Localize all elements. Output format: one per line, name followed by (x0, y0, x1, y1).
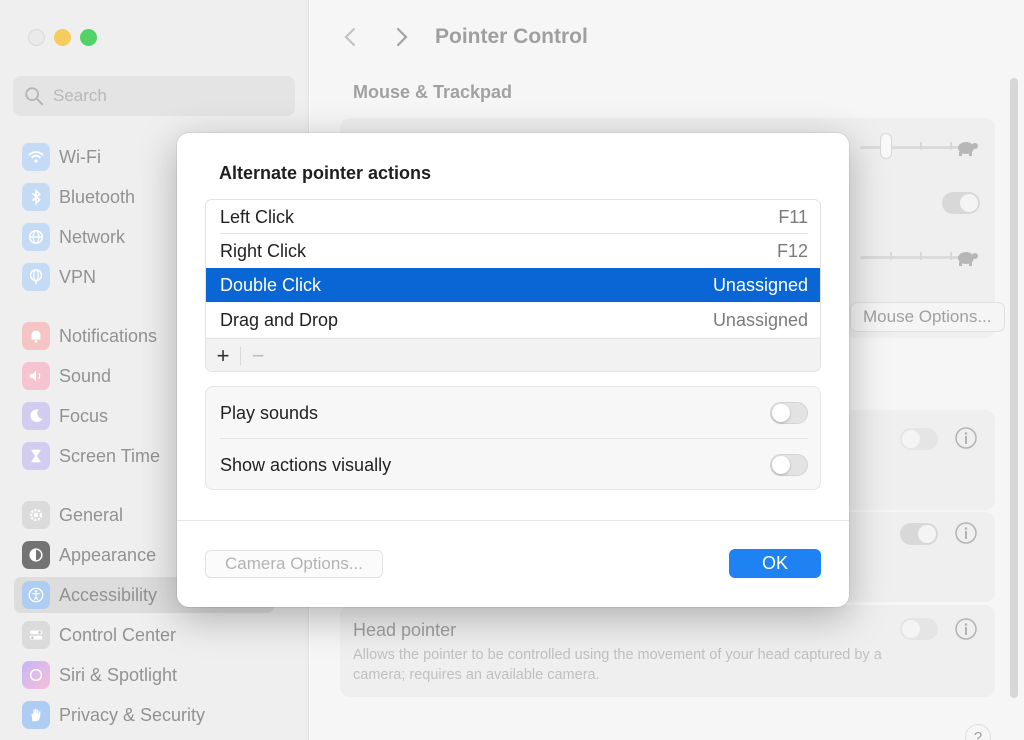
remove-action-button[interactable]: − (241, 339, 275, 371)
action-name: Right Click (220, 240, 307, 261)
action-name: Double Click (220, 274, 322, 295)
play-sounds-row: Play sounds (206, 387, 822, 439)
action-name: Drag and Drop (220, 309, 339, 330)
action-key: Unassigned (712, 309, 808, 330)
system-settings-window: Wi-Fi Bluetooth Network VPN (0, 0, 1024, 740)
table-footer: + − (206, 338, 820, 371)
table-row-double-click[interactable]: Double Click Unassigned (206, 268, 820, 302)
sheet-title: Alternate pointer actions (219, 163, 432, 183)
options-group: Play sounds Show actions visually (205, 386, 821, 490)
play-sounds-toggle[interactable] (770, 402, 808, 424)
show-actions-visually-toggle[interactable] (770, 454, 808, 476)
alternate-pointer-actions-sheet: Alternate pointer actions Left Click F11… (177, 133, 849, 607)
table-row-right-click[interactable]: Right Click F12 (206, 234, 820, 268)
action-key: F11 (778, 206, 808, 227)
ok-button[interactable]: OK (729, 549, 821, 578)
play-sounds-label: Play sounds (220, 402, 319, 423)
actions-table: Left Click F11 Right Click F12 Double Cl… (205, 199, 821, 372)
camera-options-button[interactable]: Camera Options... (205, 550, 383, 578)
action-key: Unassigned (712, 274, 808, 295)
show-actions-visually-label: Show actions visually (220, 454, 392, 475)
table-row-left-click[interactable]: Left Click F11 (206, 200, 820, 234)
action-name: Left Click (220, 206, 295, 227)
action-key: F12 (776, 240, 808, 261)
table-row-drag-and-drop[interactable]: Drag and Drop Unassigned (206, 303, 820, 337)
add-action-button[interactable]: + (206, 339, 240, 371)
show-actions-visually-row: Show actions visually (206, 439, 822, 491)
sheet-divider (177, 520, 849, 521)
